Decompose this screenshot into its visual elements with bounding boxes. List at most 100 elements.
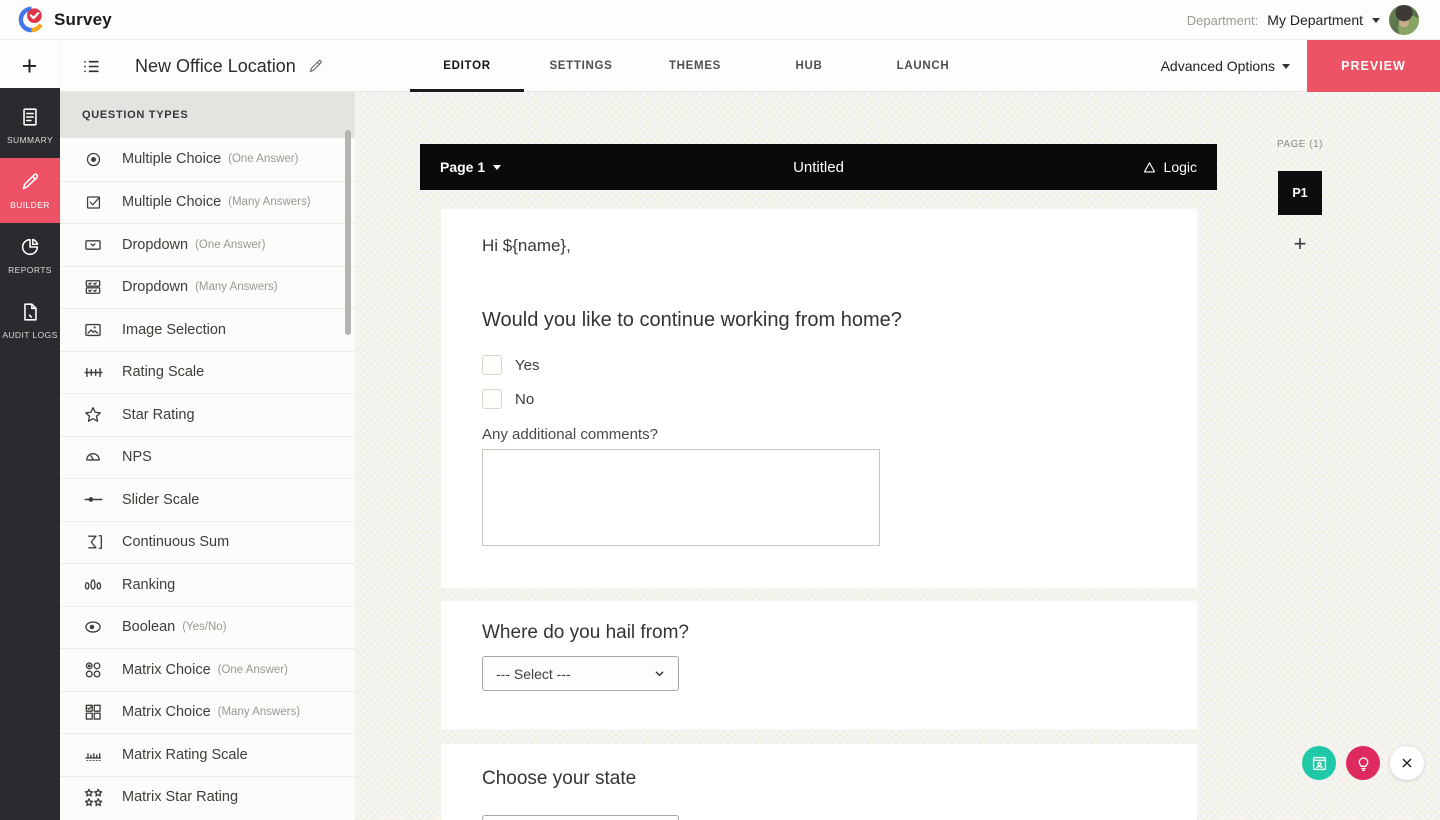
question-type-slider-scale[interactable]: Slider Scale <box>60 478 355 521</box>
sidebar-item-label: SUMMARY <box>6 135 54 145</box>
image-icon <box>82 320 104 340</box>
checkbox[interactable] <box>482 389 502 409</box>
page-thumbnail-p1[interactable]: P1 <box>1278 171 1322 215</box>
survey-logo-icon <box>18 6 45 33</box>
checkbox[interactable] <box>482 355 502 375</box>
ranking-bars-icon <box>82 575 104 595</box>
question-type-label: Boolean <box>122 619 176 636</box>
tips-fab-button[interactable] <box>1346 746 1380 780</box>
top-bar: Survey Department: My Department <box>0 0 1440 40</box>
tab-themes[interactable]: THEMES <box>638 40 752 92</box>
question-type-label: Slider Scale <box>122 491 200 508</box>
question-type-label: Dropdown <box>122 236 189 253</box>
question-type-label: Matrix Choice <box>122 704 211 721</box>
question-type-ranking[interactable]: Ranking <box>60 563 355 606</box>
question-block-hail-from[interactable]: Where do you hail from? --- Select --- <box>441 601 1197 729</box>
sidebar-item-reports[interactable]: REPORTS <box>0 223 60 288</box>
matrix-star-icon <box>82 787 104 807</box>
question-type-label: Rating Scale <box>122 364 205 381</box>
comments-textarea[interactable] <box>482 449 880 546</box>
question-type-matrix-rating-scale[interactable]: Matrix Rating Scale <box>60 733 355 776</box>
sidebar-item-summary[interactable]: SUMMARY <box>0 88 60 158</box>
account-area: Department: My Department <box>1187 0 1419 40</box>
caret-down-icon[interactable] <box>1372 17 1380 23</box>
greeting-text[interactable]: Hi ${name}, <box>482 236 571 256</box>
app-sidebar: SUMMARY BUILDER REPORTS AUDIT LOGS <box>0 88 60 820</box>
question-text[interactable]: Choose your state <box>482 768 636 790</box>
answer-options: Yes No <box>482 355 539 409</box>
template-fab-button[interactable] <box>1302 746 1336 780</box>
sigma-icon <box>82 532 104 552</box>
question-text[interactable]: Where do you hail from? <box>482 622 689 644</box>
question-type-suffix: (One Answer) <box>217 663 288 676</box>
question-block-welcome[interactable]: Hi ${name}, Would you like to continue w… <box>441 209 1197 588</box>
state-select[interactable]: --- Select --- <box>482 815 679 820</box>
question-type-matrix-choice-one-answer[interactable]: Matrix Choice (One Answer) <box>60 648 355 691</box>
question-type-rating-scale[interactable]: Rating Scale <box>60 350 355 393</box>
question-type-star-rating[interactable]: Star Rating <box>60 393 355 436</box>
logic-button[interactable]: Logic <box>1142 159 1197 175</box>
slider-icon <box>82 489 104 510</box>
advanced-options-button[interactable]: Advanced Options <box>1161 40 1290 92</box>
department-selector[interactable]: My Department <box>1267 12 1363 28</box>
question-type-multiple-choice-one-answer[interactable]: Multiple Choice (One Answer) <box>60 138 355 181</box>
question-type-label: Multiple Choice <box>122 194 222 211</box>
tab-settings[interactable]: SETTINGS <box>524 40 638 92</box>
panel-scrollbar[interactable] <box>345 130 351 335</box>
question-text[interactable]: Would you like to continue working from … <box>482 309 902 332</box>
logic-triangle-icon <box>1142 160 1157 175</box>
select-value: --- Select --- <box>496 665 571 682</box>
star-icon <box>82 405 104 425</box>
sidebar-item-label: REPORTS <box>8 265 52 275</box>
option-row-no[interactable]: No <box>482 389 539 409</box>
checkbox-icon <box>82 193 104 212</box>
question-type-continuous-sum[interactable]: Continuous Sum <box>60 520 355 563</box>
question-type-label: Continuous Sum <box>122 534 230 551</box>
question-type-label: Star Rating <box>122 406 195 423</box>
question-type-suffix: (Many Answers) <box>217 706 301 719</box>
advanced-options-label: Advanced Options <box>1160 58 1275 74</box>
edit-title-pencil-icon[interactable] <box>307 58 324 75</box>
tab-launch[interactable]: LAUNCH <box>866 40 980 92</box>
question-type-dropdown-one-answer[interactable]: Dropdown (One Answer) <box>60 223 355 266</box>
new-survey-button[interactable]: + <box>0 40 60 92</box>
rating-scale-icon <box>82 362 104 383</box>
hail-from-select[interactable]: --- Select --- <box>482 656 679 691</box>
avatar[interactable] <box>1389 5 1419 35</box>
question-type-label: Dropdown <box>122 279 189 296</box>
question-type-boolean-yes-no[interactable]: Boolean (Yes/No) <box>60 605 355 648</box>
close-fab-button[interactable] <box>1390 746 1424 780</box>
sidebar-item-builder[interactable]: BUILDER <box>0 158 60 223</box>
question-type-suffix: (One Answer) <box>195 238 266 251</box>
matrix-checkbox-icon <box>82 702 104 722</box>
sidebar-item-audit-logs[interactable]: AUDIT LOGS <box>0 288 60 353</box>
question-type-nps[interactable]: NPS <box>60 435 355 478</box>
question-type-matrix-star-rating[interactable]: Matrix Star Rating <box>60 775 355 818</box>
sidebar-item-label: BUILDER <box>10 200 50 210</box>
tab-hub[interactable]: HUB <box>752 40 866 92</box>
question-type-matrix-choice-many-answers[interactable]: Matrix Choice (Many Answers) <box>60 690 355 733</box>
tab-editor[interactable]: EDITOR <box>410 40 524 92</box>
question-type-suffix: (Many Answers) <box>228 196 311 209</box>
caret-down-icon <box>1282 63 1290 69</box>
pie-chart-icon <box>19 236 41 258</box>
question-type-image-selection[interactable]: Image Selection <box>60 308 355 351</box>
pages-rail-header: PAGE (1) <box>1276 139 1324 150</box>
option-row-yes[interactable]: Yes <box>482 355 539 375</box>
multi-dropdown-icon <box>82 277 104 297</box>
question-type-multiple-choice-many-answers[interactable]: Multiple Choice (Many Answers) <box>60 180 355 223</box>
question-type-suffix: (Many Answers) <box>195 281 278 294</box>
question-type-dropdown-many-answers[interactable]: Dropdown (Many Answers) <box>60 265 355 308</box>
page-title[interactable]: Untitled <box>793 159 844 176</box>
comments-label[interactable]: Any additional comments? <box>482 426 658 443</box>
audit-file-icon <box>19 301 41 323</box>
survey-builder-app: Survey Department: My Department + New O… <box>0 0 1440 820</box>
department-label: Department: <box>1186 12 1259 28</box>
page-selector[interactable]: Page 1 <box>440 159 502 175</box>
question-block-state[interactable]: Choose your state --- Select --- <box>441 744 1197 820</box>
preview-button[interactable]: PREVIEW <box>1307 40 1440 92</box>
add-page-button[interactable]: + <box>1278 230 1322 258</box>
question-types-header: QUESTION TYPES <box>60 92 355 138</box>
app-name: Survey <box>54 9 112 29</box>
survey-list-button[interactable] <box>74 40 108 92</box>
